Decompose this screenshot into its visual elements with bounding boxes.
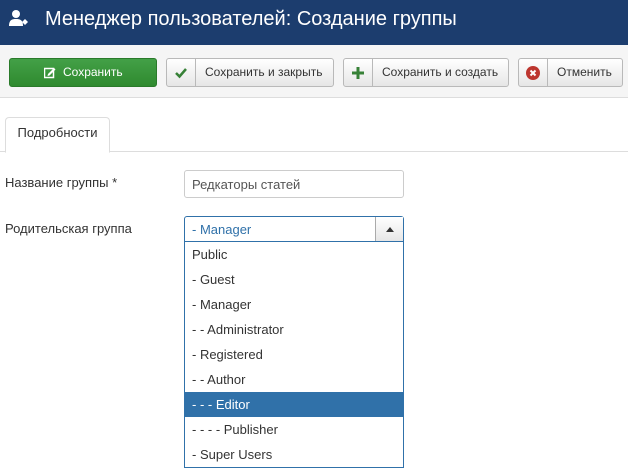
page-header: Менеджер пользователей: Создание группы: [0, 0, 628, 45]
option-manager[interactable]: - Manager: [185, 292, 403, 317]
users-icon: [9, 10, 28, 26]
option-editor[interactable]: - - - Editor: [185, 392, 403, 417]
save-close-button[interactable]: Сохранить и закрыть: [166, 58, 334, 87]
group-name-input[interactable]: [184, 170, 404, 198]
option-super-users[interactable]: - Super Users: [185, 442, 403, 467]
check-icon: [167, 59, 196, 86]
option-public[interactable]: Public: [185, 242, 403, 267]
option-registered[interactable]: - Registered: [185, 342, 403, 367]
parent-group-selected: - Manager: [192, 222, 252, 237]
cancel-button[interactable]: Отменить: [518, 58, 623, 87]
chevron-up-icon[interactable]: [375, 217, 403, 241]
save-new-label: Сохранить и создать: [382, 65, 499, 79]
option-guest[interactable]: - Guest: [185, 267, 403, 292]
parent-group-options: Public - Guest - Manager - - Administrat…: [184, 242, 404, 468]
save-button[interactable]: Сохранить: [9, 58, 157, 87]
tab-details[interactable]: Подробности: [5, 117, 110, 153]
cancel-icon: [519, 59, 548, 86]
option-administrator[interactable]: - - Administrator: [185, 317, 403, 342]
edit-icon: [44, 67, 56, 79]
save-close-label: Сохранить и закрыть: [205, 65, 323, 79]
option-author[interactable]: - - Author: [185, 367, 403, 392]
option-publisher[interactable]: - - - - Publisher: [185, 417, 403, 442]
parent-group-label: Родительская группа: [5, 221, 132, 236]
save-new-button[interactable]: Сохранить и создать: [343, 58, 509, 87]
page-title: Менеджер пользователей: Создание группы: [45, 8, 457, 30]
plus-icon: [344, 59, 373, 86]
tab-bar: Подробности: [0, 117, 628, 153]
cancel-label: Отменить: [557, 65, 612, 79]
parent-group-select[interactable]: - Manager: [184, 216, 404, 242]
save-label: Сохранить: [63, 65, 123, 79]
toolbar: Сохранить Сохранить и закрыть Сохранить …: [0, 45, 628, 98]
group-name-label: Название группы *: [5, 175, 118, 190]
